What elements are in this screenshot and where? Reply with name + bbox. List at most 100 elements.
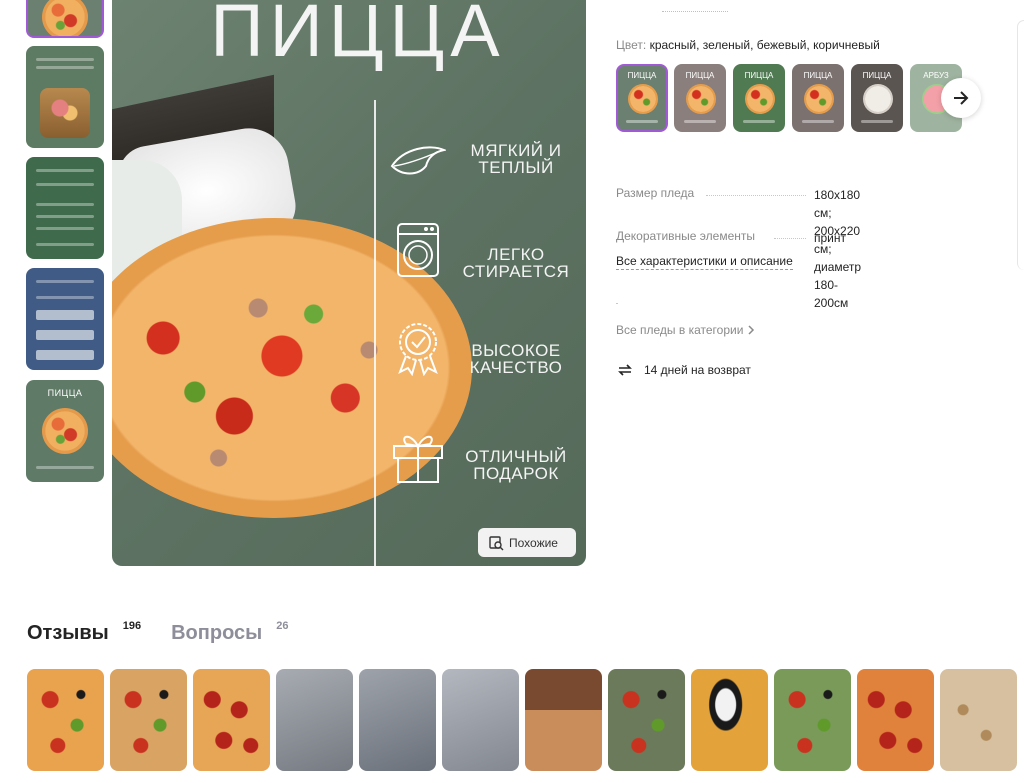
thumb-box bbox=[36, 350, 94, 360]
review-photo[interactable] bbox=[774, 669, 851, 771]
swatch-image bbox=[804, 84, 834, 114]
swatch-line bbox=[861, 120, 893, 123]
tab-label: Вопросы bbox=[171, 622, 263, 644]
thumbnail-5[interactable]: ПИЦЦА bbox=[26, 380, 104, 482]
color-value: красный, зеленый, бежевый, коричневый bbox=[649, 38, 880, 52]
return-info: 14 дней на возврат bbox=[616, 361, 751, 379]
spec-dots bbox=[706, 186, 806, 196]
swatch-line bbox=[743, 120, 775, 123]
color-info: Цвет: красный, зеленый, бежевый, коричне… bbox=[616, 38, 880, 52]
basket-image bbox=[40, 88, 90, 138]
feature-label: ЛЕГКО СТИРАЕТСЯ bbox=[462, 245, 570, 281]
thumbnail-1[interactable] bbox=[26, 0, 104, 38]
feature-label: МЯГКИЙ И ТЕПЛЫЙ bbox=[470, 141, 562, 177]
dotted-divider bbox=[662, 11, 728, 12]
swatch-image bbox=[863, 84, 893, 114]
main-product-image[interactable]: ПИЦЦА МЯГКИЙ И ТЕПЛЫЙ ЛЕГКО СТИРАЕТСЯ ВЫ… bbox=[112, 0, 586, 566]
color-swatch[interactable]: ПИЦЦА bbox=[792, 64, 844, 132]
color-label: Цвет: bbox=[616, 38, 647, 52]
thumb-caption: ПИЦЦА bbox=[47, 388, 83, 398]
spec-dots bbox=[774, 229, 806, 239]
feature-quality: ВЫСОКОЕ КАЧЕСТВО bbox=[390, 320, 580, 380]
thumb-text-line bbox=[36, 466, 94, 469]
quality-badge-icon bbox=[398, 323, 438, 376]
swatch-line bbox=[684, 120, 716, 123]
similar-button[interactable]: Похожие bbox=[478, 528, 576, 557]
image-title: ПИЦЦА bbox=[210, 0, 506, 72]
product-page: ПИЦЦА ПИЦЦА МЯГКИЙ И ТЕПЛЫЙ ЛЕГКО СТИРАЕ… bbox=[0, 0, 1024, 783]
thumb-text-line bbox=[36, 215, 94, 218]
review-photo[interactable] bbox=[276, 669, 353, 771]
thumbnail-2[interactable] bbox=[26, 46, 104, 148]
swatch-caption: ПИЦЦА bbox=[627, 71, 657, 80]
thumbnail-4[interactable] bbox=[26, 268, 104, 370]
review-photo[interactable] bbox=[940, 669, 1017, 771]
spec-value: 180х180 см; 200х220 см; диаметр 180-200с… bbox=[814, 186, 861, 312]
thumb-text-line bbox=[36, 280, 94, 283]
review-photo[interactable] bbox=[359, 669, 436, 771]
thumb-text-line bbox=[36, 296, 94, 299]
swatch-image bbox=[686, 84, 716, 114]
feature-washable: ЛЕГКО СТИРАЕТСЯ bbox=[390, 222, 580, 282]
return-text: 14 дней на возврат bbox=[644, 363, 751, 377]
reviews-tabs: Отзывы 196 Вопросы 26 bbox=[27, 620, 318, 645]
review-photos bbox=[27, 669, 1024, 771]
tab-count: 26 bbox=[276, 620, 289, 632]
arrow-right-icon bbox=[954, 91, 969, 105]
swatch-line bbox=[626, 120, 658, 123]
all-specs-link[interactable]: Все характеристики и описание bbox=[616, 254, 793, 270]
thumb-text-line bbox=[36, 58, 94, 61]
all-category-label: Все пледы в категории bbox=[616, 323, 744, 337]
color-swatch[interactable]: ПИЦЦА bbox=[733, 64, 785, 132]
review-photo[interactable] bbox=[110, 669, 187, 771]
similar-search-icon bbox=[489, 535, 504, 550]
thumb-box bbox=[36, 310, 94, 320]
thumb-text-line bbox=[36, 66, 94, 69]
thumb-text-line bbox=[36, 227, 94, 230]
review-photo[interactable] bbox=[27, 669, 104, 771]
swatch-line bbox=[802, 120, 834, 123]
color-swatches: ПИЦЦА ПИЦЦА ПИЦЦА ПИЦЦА ПИЦЦА АРБУЗ bbox=[616, 64, 966, 132]
spec-key: Размер пледа bbox=[616, 186, 695, 200]
color-swatch[interactable]: ПИЦЦА bbox=[616, 64, 668, 132]
thumbnail-3[interactable] bbox=[26, 157, 104, 259]
review-photo[interactable] bbox=[608, 669, 685, 771]
swatch-image bbox=[628, 84, 658, 114]
feather-icon bbox=[390, 146, 446, 175]
thumb-text-line bbox=[36, 243, 94, 246]
thumb-text-line bbox=[36, 169, 94, 172]
review-photo[interactable] bbox=[525, 669, 602, 771]
thumb-text-line bbox=[36, 183, 94, 186]
swatches-next-button[interactable] bbox=[941, 78, 981, 118]
separator-dot bbox=[616, 303, 618, 304]
review-photo[interactable] bbox=[857, 669, 934, 771]
spec-key: Декоративные элементы bbox=[616, 229, 755, 243]
side-panel-edge bbox=[1017, 20, 1024, 270]
color-swatch[interactable]: ПИЦЦА bbox=[674, 64, 726, 132]
review-photo[interactable] bbox=[691, 669, 768, 771]
swatch-image bbox=[745, 84, 775, 114]
tab-questions[interactable]: Вопросы 26 bbox=[171, 620, 289, 645]
chevron-right-icon bbox=[748, 325, 755, 335]
return-arrows-icon bbox=[618, 364, 632, 376]
feature-label: ВЫСОКОЕ КАЧЕСТВО bbox=[469, 341, 563, 377]
spec-value: принт bbox=[814, 231, 846, 245]
tab-label: Отзывы bbox=[27, 622, 109, 644]
similar-button-label: Похожие bbox=[509, 535, 558, 550]
washing-machine-icon bbox=[397, 223, 439, 277]
thumb-text-line bbox=[36, 203, 94, 206]
image-divider bbox=[374, 100, 376, 566]
thumb-box bbox=[36, 330, 94, 340]
spec-value-line: 180х180 см; 200х220 см; bbox=[814, 188, 861, 256]
all-category-link[interactable]: Все пледы в категории bbox=[616, 323, 755, 337]
review-photo[interactable] bbox=[442, 669, 519, 771]
swatch-caption: ПИЦЦА bbox=[803, 71, 833, 80]
feature-soft: МЯГКИЙ И ТЕПЛЫЙ bbox=[390, 136, 580, 196]
swatch-caption: ПИЦЦА bbox=[744, 71, 774, 80]
review-photo[interactable] bbox=[193, 669, 270, 771]
swatch-caption: ПИЦЦА bbox=[862, 71, 892, 80]
tab-reviews[interactable]: Отзывы 196 bbox=[27, 620, 142, 645]
gift-icon bbox=[393, 435, 443, 483]
tab-count: 196 bbox=[122, 620, 142, 632]
color-swatch[interactable]: ПИЦЦА bbox=[851, 64, 903, 132]
